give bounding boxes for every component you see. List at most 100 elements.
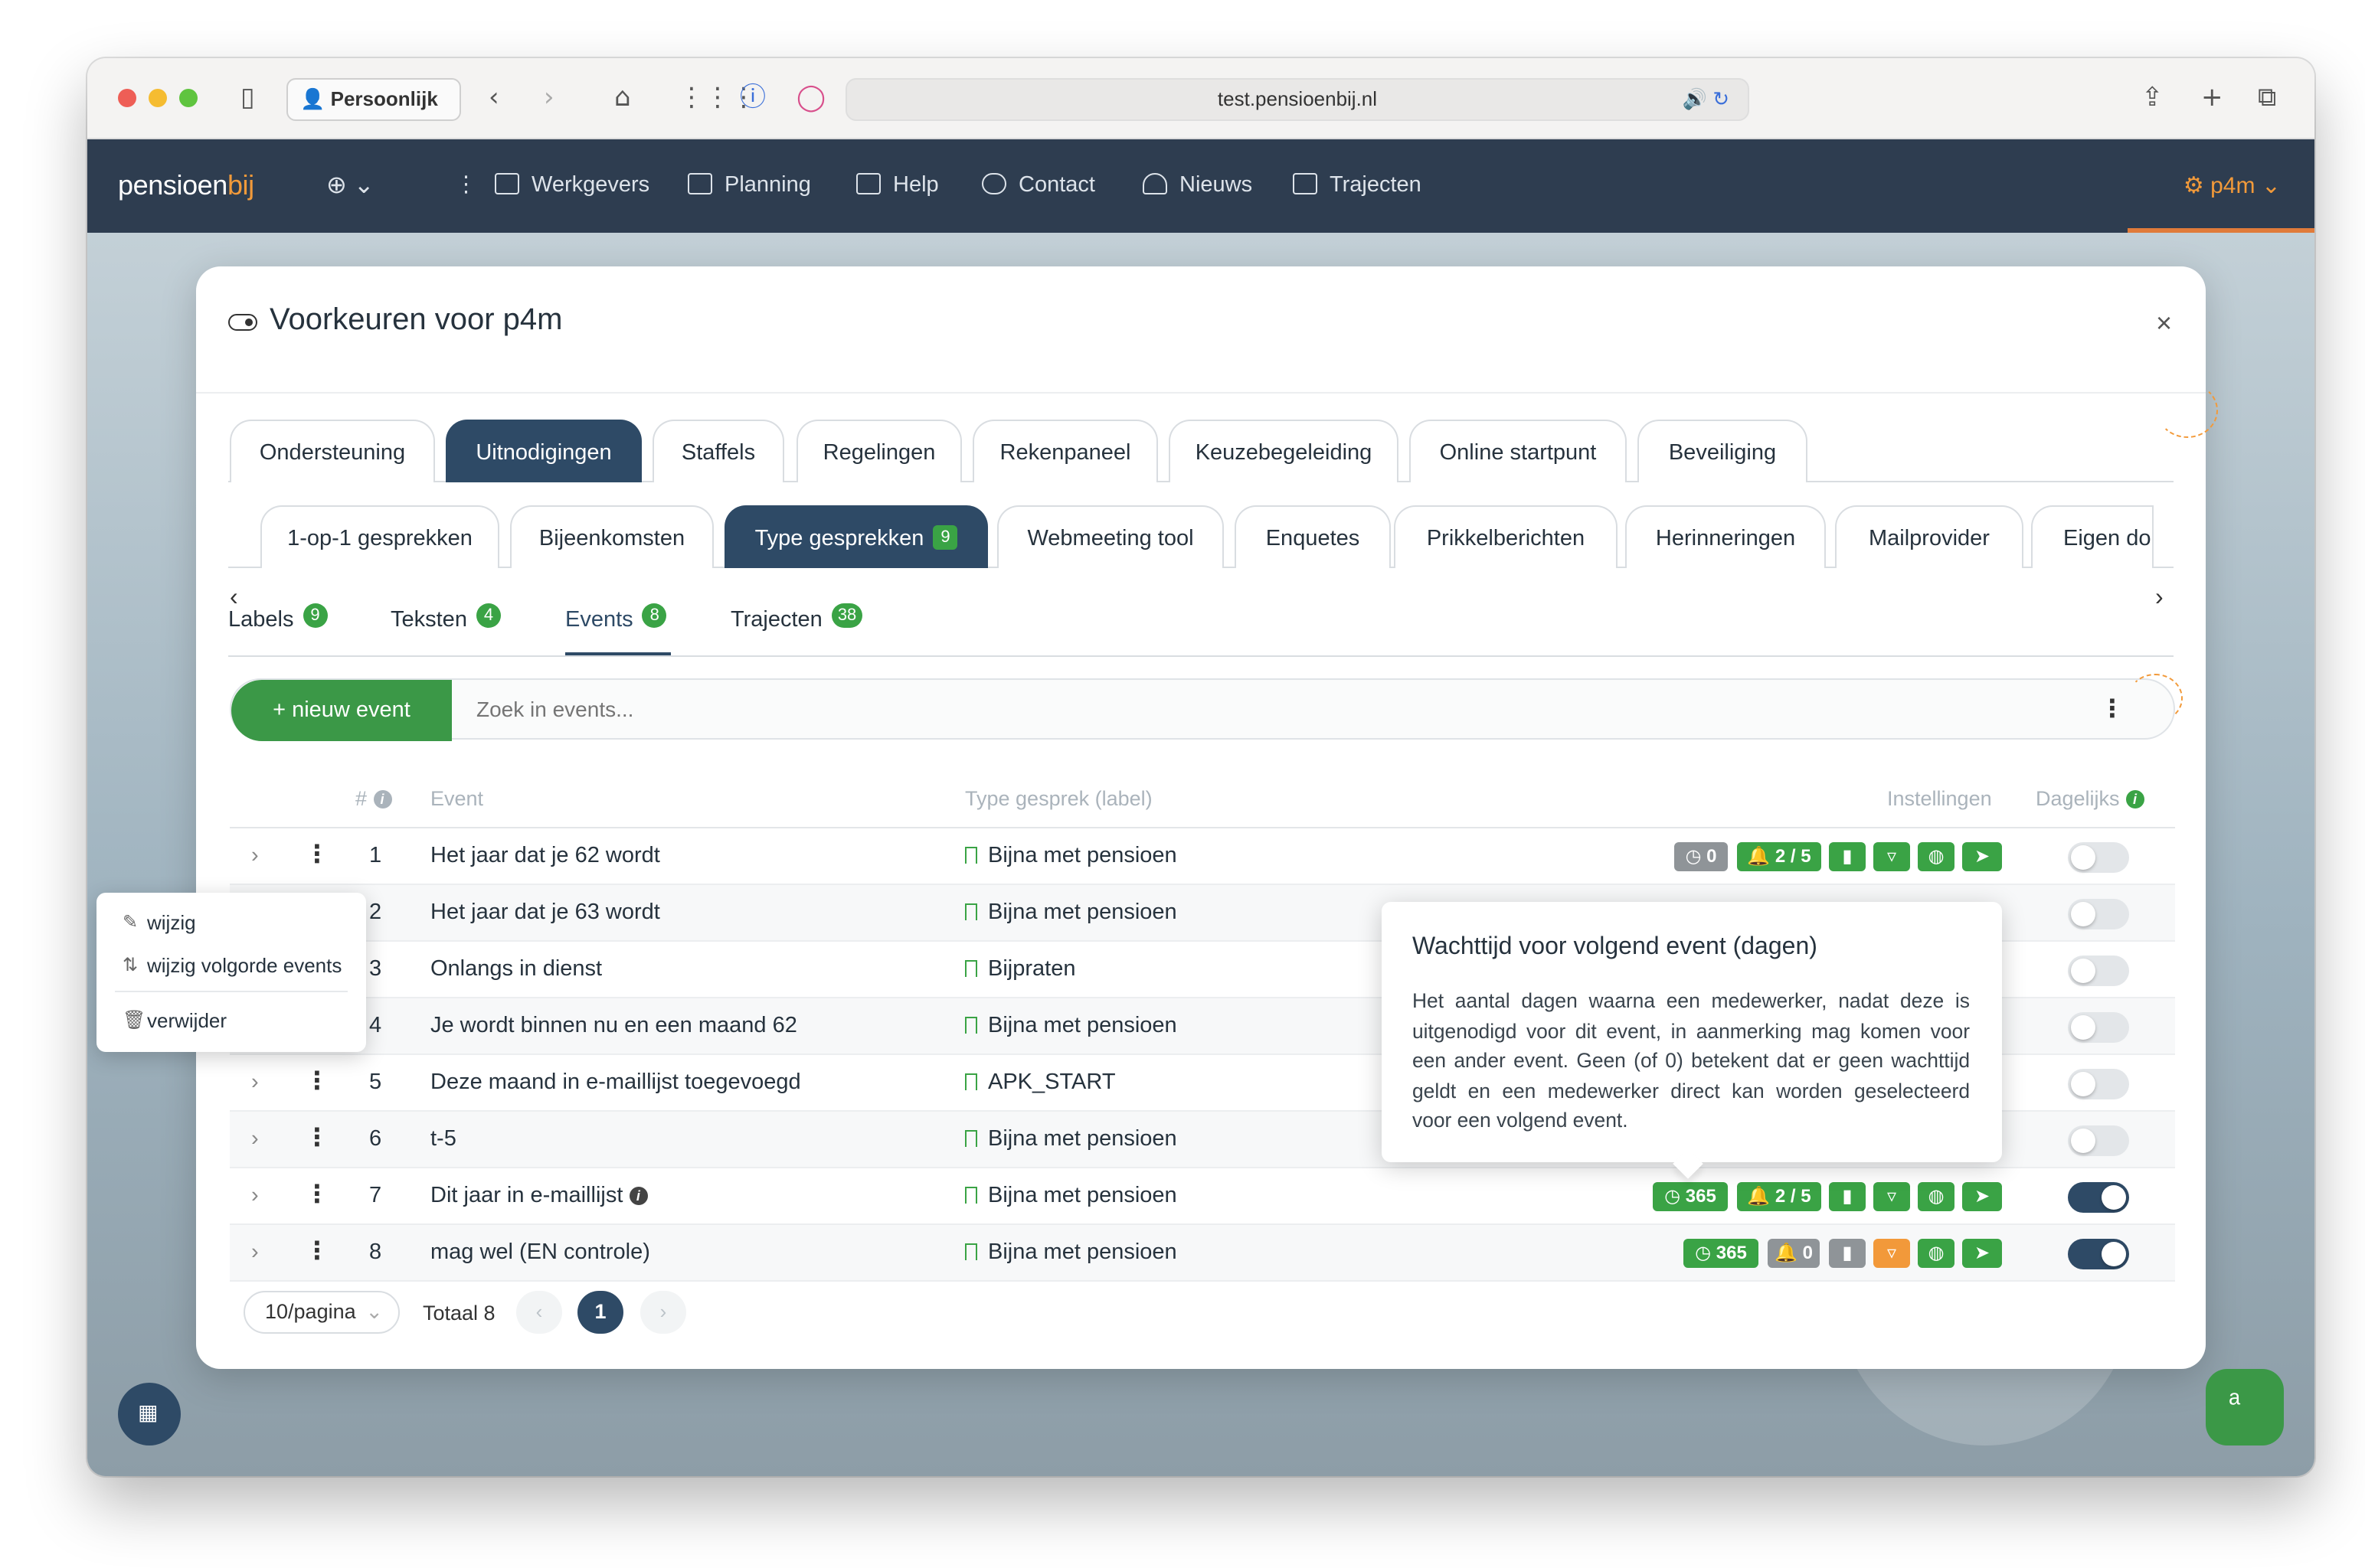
page-size-select[interactable]: 10/pagina ⌄ <box>244 1291 400 1334</box>
audio-icon[interactable]: 🔊 ↻ <box>1683 80 1729 119</box>
menu-item-reorder[interactable]: wijzig volgorde events <box>147 954 342 977</box>
table-row[interactable]: › ⋮ 7 Dit jaar in e-maillijst i Bijna met… <box>230 1168 2175 1225</box>
wait-days-badge[interactable]: ◷ 0 <box>1674 842 1728 871</box>
daily-toggle[interactable] <box>2068 842 2129 873</box>
tab-prikkelberichten[interactable]: Prikkelberichten <box>1394 505 1618 568</box>
table-row[interactable]: › ⋮ 8 mag wel (EN controle) Bijna met pe… <box>230 1225 2175 1282</box>
daily-toggle[interactable] <box>2068 1125 2129 1156</box>
row-actions-icon[interactable]: ⋮ <box>305 1126 329 1152</box>
tab-uitnodigingen[interactable]: Uitnodigingen <box>446 420 642 482</box>
back-icon[interactable]: ‹ <box>489 81 499 115</box>
support-fab[interactable]: ᵃ <box>2206 1369 2284 1446</box>
menu-item-delete[interactable]: verwijder <box>147 1009 227 1032</box>
tab-eigen-do[interactable]: Eigen do <box>2031 505 2154 568</box>
wait-days-badge[interactable]: ◷ 365 <box>1653 1182 1728 1211</box>
stats-icon[interactable]: ▮ <box>1829 1239 1866 1268</box>
sidebar-toggle-icon[interactable]: ▯ <box>240 81 255 115</box>
globe-icon[interactable]: ◍ <box>1918 1239 1954 1268</box>
subtab-labels[interactable]: Labels 9 <box>228 603 328 649</box>
send-icon[interactable]: ➤ <box>1962 842 2002 871</box>
row-actions-icon[interactable]: ⋮ <box>305 1070 329 1095</box>
tab-herinneringen[interactable]: Herinneringen <box>1625 505 1826 568</box>
cart-icon[interactable]: ▿ <box>1873 1182 1910 1211</box>
current-page-button[interactable]: 1 <box>577 1291 623 1334</box>
invites-badge[interactable]: 🔔 0 <box>1768 1239 1820 1268</box>
wait-days-badge[interactable]: ◷ 365 <box>1683 1239 1758 1268</box>
tab-online-startpunt[interactable]: Online startpunt <box>1409 420 1627 482</box>
tab-webmeeting-tool[interactable]: Webmeeting tool <box>997 505 1224 568</box>
tab-type-gesprekken[interactable]: Type gesprekken 9 <box>725 505 988 568</box>
info-icon[interactable]: i <box>2125 790 2144 808</box>
forward-icon[interactable]: › <box>544 81 554 115</box>
close-icon[interactable]: × <box>2156 306 2172 340</box>
table-row[interactable]: › ⋮ 1 Het jaar dat je 62 wordt Bijna met… <box>230 828 2175 885</box>
daily-toggle[interactable] <box>2068 899 2129 929</box>
tab-ondersteuning[interactable]: Ondersteuning <box>230 420 435 482</box>
globe-icon[interactable]: ◍ <box>1918 842 1954 871</box>
previous-page-button[interactable]: ‹ <box>516 1291 562 1334</box>
nav-help[interactable]: Help <box>856 139 939 233</box>
tab-mailprovider[interactable]: Mailprovider <box>1835 505 2023 568</box>
tab-enquetes[interactable]: Enquetes <box>1235 505 1391 568</box>
chevron-right-icon[interactable]: › <box>2155 583 2164 614</box>
subtab-teksten[interactable]: Teksten 4 <box>391 603 501 649</box>
password-manager-icon[interactable]: ⓘ <box>740 81 766 115</box>
user-menu[interactable]: ⚙ p4m ⌄ <box>2183 139 2281 233</box>
send-icon[interactable]: ➤ <box>1962 1182 2002 1211</box>
nav-trajecten[interactable]: Trajecten <box>1293 139 1421 233</box>
nav-nieuws[interactable]: Nieuws <box>1143 139 1252 233</box>
nav-planning[interactable]: Planning <box>688 139 811 233</box>
calendar-fab[interactable]: ▦ <box>118 1383 181 1446</box>
next-page-button[interactable]: › <box>640 1291 686 1334</box>
daily-toggle[interactable] <box>2068 1239 2129 1269</box>
extension-ring-icon[interactable]: ◯ <box>797 81 826 115</box>
info-icon[interactable]: i <box>373 790 392 808</box>
tab-rekenpaneel[interactable]: Rekenpaneel <box>973 420 1158 482</box>
row-actions-icon[interactable]: ⋮ <box>305 843 329 868</box>
nav-werkgevers[interactable]: Werkgevers <box>495 139 649 233</box>
daily-toggle[interactable] <box>2068 1069 2129 1099</box>
maximize-window-button[interactable] <box>179 89 198 107</box>
close-window-button[interactable] <box>118 89 136 107</box>
expand-chevron-icon[interactable]: › <box>251 844 259 868</box>
cart-icon[interactable]: ▿ <box>1873 1239 1910 1268</box>
info-icon[interactable]: i <box>629 1187 648 1205</box>
daily-toggle[interactable] <box>2068 956 2129 986</box>
share-icon[interactable]: ⇪ <box>2141 81 2164 115</box>
menu-item-edit[interactable]: wijzig <box>147 911 196 934</box>
cart-icon[interactable]: ▿ <box>1873 842 1910 871</box>
send-icon[interactable]: ➤ <box>1962 1239 2002 1268</box>
nav-contact[interactable]: Contact <box>982 139 1095 233</box>
stats-icon[interactable]: ▮ <box>1829 842 1866 871</box>
row-actions-icon[interactable]: ⋮ <box>305 1183 329 1208</box>
subtab-trajecten[interactable]: Trajecten 38 <box>731 603 863 649</box>
invites-badge[interactable]: 🔔 2 / 5 <box>1737 842 1821 871</box>
new-tab-icon[interactable]: + <box>2201 81 2223 115</box>
tab-keuzebegeleiding[interactable]: Keuzebegeleiding <box>1169 420 1398 482</box>
globe-menu-icon[interactable]: ⊕ ⌄ <box>326 139 375 233</box>
search-input[interactable] <box>476 697 1855 721</box>
stats-icon[interactable]: ▮ <box>1829 1182 1866 1211</box>
pensioenbij-logo[interactable]: pensioenbij <box>118 170 254 202</box>
search-options-icon[interactable]: ⋮ <box>2100 697 2125 723</box>
expand-chevron-icon[interactable]: › <box>251 1070 259 1095</box>
profile-selector[interactable]: 👤 Persoonlijk ⌄ <box>286 78 461 150</box>
minimize-window-button[interactable] <box>149 89 167 107</box>
daily-toggle[interactable] <box>2068 1012 2129 1043</box>
tab-regelingen[interactable]: Regelingen <box>797 420 962 482</box>
expand-chevron-icon[interactable]: › <box>251 1240 259 1265</box>
daily-toggle[interactable] <box>2068 1182 2129 1213</box>
tab-1op1-gesprekken[interactable]: 1-op-1 gesprekken <box>260 505 499 568</box>
tab-beveiliging[interactable]: Beveiliging <box>1637 420 1807 482</box>
invites-badge[interactable]: 🔔 2 / 5 <box>1737 1182 1821 1211</box>
globe-icon[interactable]: ◍ <box>1918 1182 1954 1211</box>
nav-more-icon[interactable]: ⋮ <box>455 139 477 233</box>
address-bar[interactable]: test.pensioenbij.nl 🔊 ↻ <box>846 78 1749 121</box>
row-actions-icon[interactable]: ⋮ <box>305 1240 329 1265</box>
subtab-events[interactable]: Events 8 <box>565 603 667 649</box>
expand-chevron-icon[interactable]: › <box>251 1184 259 1208</box>
tab-overview-icon[interactable]: ⧉ <box>2258 81 2276 115</box>
new-event-button[interactable]: + nieuw event <box>231 680 452 741</box>
tab-staffels[interactable]: Staffels <box>653 420 784 482</box>
home-icon[interactable]: ⌂ <box>614 81 631 115</box>
